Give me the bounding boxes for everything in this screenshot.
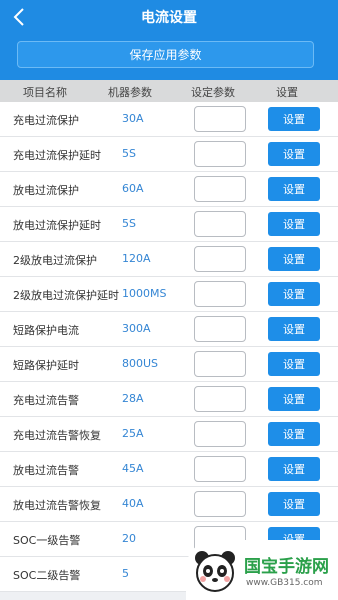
set-value-input[interactable]: [194, 281, 246, 307]
machine-value: 300A: [122, 322, 151, 335]
machine-value: 45A: [122, 462, 144, 475]
setting-row: 放电过流告警 45A 设置: [0, 452, 338, 487]
setting-name: 充电过流告警恢复: [13, 429, 101, 442]
set-button[interactable]: 设置: [268, 107, 320, 131]
set-value-input[interactable]: [194, 491, 246, 517]
machine-value: 60A: [122, 182, 144, 195]
setting-row: 充电过流保护 30A 设置: [0, 102, 338, 137]
set-button[interactable]: 设置: [268, 317, 320, 341]
save-apply-button[interactable]: 保存应用参数: [17, 41, 314, 68]
machine-value: 28A: [122, 392, 144, 405]
column-header-set-param: 设定参数: [191, 86, 235, 99]
set-button[interactable]: 设置: [268, 422, 320, 446]
setting-name: 放电过流告警恢复: [13, 499, 101, 512]
setting-row: 充电过流告警 28A 设置: [0, 382, 338, 417]
setting-row: 短路保护延时 800US 设置: [0, 347, 338, 382]
table-header: 项目名称 机器参数 设定参数 设置: [0, 80, 338, 102]
machine-value: 800US: [122, 357, 159, 370]
set-button[interactable]: 设置: [268, 387, 320, 411]
setting-row: 2级放电过流保护延时 1000MS 设置: [0, 277, 338, 312]
setting-name: SOC二级告警: [13, 569, 81, 582]
column-header-action: 设置: [276, 86, 298, 99]
machine-value: 5: [122, 567, 129, 580]
setting-name: 充电过流保护: [13, 114, 79, 127]
column-header-name: 项目名称: [23, 86, 67, 99]
setting-row: 放电过流保护 60A 设置: [0, 172, 338, 207]
setting-name: 放电过流告警: [13, 464, 79, 477]
panda-icon: [195, 551, 235, 592]
page-title: 电流设置: [141, 10, 197, 26]
set-button[interactable]: 设置: [268, 142, 320, 166]
machine-value: 20: [122, 532, 136, 545]
set-value-input[interactable]: [194, 141, 246, 167]
set-value-input[interactable]: [194, 106, 246, 132]
set-button[interactable]: 设置: [268, 247, 320, 271]
setting-name: 放电过流保护: [13, 184, 79, 197]
set-value-input[interactable]: [194, 456, 246, 482]
set-button[interactable]: 设置: [268, 212, 320, 236]
set-value-input[interactable]: [194, 351, 246, 377]
setting-row: 短路保护电流 300A 设置: [0, 312, 338, 347]
set-value-input[interactable]: [194, 421, 246, 447]
setting-name: 2级放电过流保护延时: [13, 289, 119, 302]
set-button[interactable]: 设置: [268, 457, 320, 481]
set-value-input[interactable]: [194, 211, 246, 237]
setting-name: 充电过流告警: [13, 394, 79, 407]
setting-name: 放电过流保护延时: [13, 219, 101, 232]
set-button[interactable]: 设置: [268, 177, 320, 201]
machine-value: 5S: [122, 217, 136, 230]
app-header: 电流设置 保存应用参数: [0, 0, 338, 80]
machine-value: 5S: [122, 147, 136, 160]
watermark-url: www.GB315.com: [246, 578, 323, 588]
column-header-machine-param: 机器参数: [108, 86, 152, 99]
setting-name: 短路保护延时: [13, 359, 79, 372]
set-value-input[interactable]: [194, 386, 246, 412]
setting-name: 短路保护电流: [13, 324, 79, 337]
setting-row: 充电过流保护延时 5S 设置: [0, 137, 338, 172]
setting-row: 2级放电过流保护 120A 设置: [0, 242, 338, 277]
setting-name: 2级放电过流保护: [13, 254, 97, 267]
watermark-logo: 国宝手游网 www.GB315.com: [186, 540, 338, 600]
set-button[interactable]: 设置: [268, 282, 320, 306]
setting-name: 充电过流保护延时: [13, 149, 101, 162]
setting-name: SOC一级告警: [13, 534, 81, 547]
machine-value: 30A: [122, 112, 144, 125]
set-value-input[interactable]: [194, 246, 246, 272]
set-button[interactable]: 设置: [268, 352, 320, 376]
set-value-input[interactable]: [194, 176, 246, 202]
watermark-text: 国宝手游网: [244, 557, 329, 577]
machine-value: 25A: [122, 427, 144, 440]
machine-value: 1000MS: [122, 287, 167, 300]
machine-value: 120A: [122, 252, 151, 265]
setting-row: 放电过流保护延时 5S 设置: [0, 207, 338, 242]
setting-row: 充电过流告警恢复 25A 设置: [0, 417, 338, 452]
machine-value: 40A: [122, 497, 144, 510]
setting-row: 放电过流告警恢复 40A 设置: [0, 487, 338, 522]
set-value-input[interactable]: [194, 316, 246, 342]
set-button[interactable]: 设置: [268, 492, 320, 516]
